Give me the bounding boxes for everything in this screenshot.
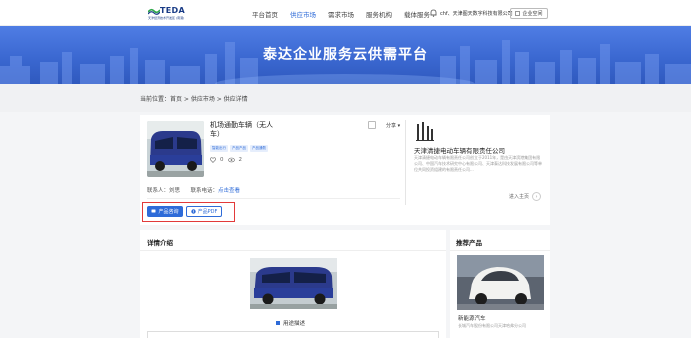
enter-homepage-label: 进入主页 xyxy=(509,194,530,200)
banner-title: 泰达企业服务云供需平台 xyxy=(263,47,428,63)
eye-icon xyxy=(227,157,235,163)
phone-label: 联系电话： xyxy=(190,188,219,194)
product-title: 机场通勤车辆（无人车） xyxy=(210,121,273,138)
company-logo[interactable] xyxy=(414,121,436,143)
bell-icon[interactable] xyxy=(430,9,437,17)
recommend-product-company: 长城汽车股份有限公司天津哈弗分公司 xyxy=(458,323,526,328)
heart-icon[interactable] xyxy=(210,157,216,163)
white-car-image xyxy=(457,255,544,310)
use-description-heading: 用途描述 xyxy=(276,319,305,327)
recommend-product-image[interactable] xyxy=(457,255,544,310)
product-tags: 智能出行 产品产品 产品通勤 xyxy=(210,145,268,152)
info-circle-icon xyxy=(190,209,196,214)
enter-homepage-link[interactable]: 进入主页 › xyxy=(509,192,542,201)
nav-carrier-service[interactable]: 载体服务 xyxy=(404,9,430,19)
nav-supply-market[interactable]: 供应市场 xyxy=(290,9,316,19)
product-tag: 产品产品 xyxy=(230,145,248,152)
arrow-right-icon: › xyxy=(532,192,542,201)
building-icon xyxy=(515,11,521,16)
logo-wave-icon xyxy=(148,8,160,15)
product-consult-button[interactable]: 产品咨询 xyxy=(147,206,183,217)
breadcrumb-band xyxy=(0,84,691,112)
product-consult-label: 产品咨询 xyxy=(158,209,179,215)
contact-info: 联系人：刘思 联系电话：点击查看 xyxy=(147,186,240,194)
use-description-box xyxy=(147,331,439,338)
chat-icon xyxy=(151,209,156,213)
product-image[interactable] xyxy=(147,121,204,177)
top-navbar: TEDA 天津经济技术开发区 (南港) 平台首页 供应市场 需求市场 服务机构 … xyxy=(0,0,691,26)
detail-title: 详情介绍 xyxy=(147,239,173,247)
nav-home[interactable]: 平台首页 xyxy=(252,9,278,19)
product-pdf-label: 产品PDF xyxy=(197,209,218,215)
company-description: 天津清捷电动车辆有限责任公司创立于2011年，是由天津滨港集团有限公司、中国汽车… xyxy=(414,155,542,172)
product-stats: 0 2 xyxy=(210,157,242,163)
enterprise-space-label: 企业空间 xyxy=(522,11,543,17)
horizontal-divider xyxy=(147,198,400,199)
recommend-divider xyxy=(450,250,550,251)
like-count: 0 xyxy=(220,157,224,163)
breadcrumb: 当前位置：首页 > 供应市场 > 供应详情 xyxy=(140,96,248,103)
use-description-label: 用途描述 xyxy=(283,321,306,327)
company-name[interactable]: 天津清捷电动车辆有限责任公司 xyxy=(414,145,505,155)
autonomous-shuttle-image xyxy=(147,121,204,177)
square-bullet-icon xyxy=(276,321,280,325)
contact-label: 联系人： xyxy=(147,188,170,194)
recommend-product-name[interactable]: 新能源汽车 xyxy=(458,314,486,322)
detail-image xyxy=(250,258,337,309)
vertical-divider xyxy=(405,120,406,205)
product-tag: 产品通勤 xyxy=(250,145,268,152)
logo-text: TEDA xyxy=(160,6,185,15)
caret-down-icon: ▾ xyxy=(397,123,401,129)
phone-reveal-link[interactable]: 点击查看 xyxy=(218,188,240,194)
nav-service-org[interactable]: 服务机构 xyxy=(366,9,392,19)
product-pdf-button[interactable]: 产品PDF xyxy=(186,206,222,217)
view-count: 2 xyxy=(238,157,243,163)
main-nav: 平台首页 供应市场 需求市场 服务机构 载体服务 xyxy=(252,9,430,19)
user-name[interactable]: chf、天津图天数字科技有限公司 xyxy=(440,10,513,17)
detail-divider xyxy=(140,250,446,251)
recommend-title: 推荐产品 xyxy=(456,239,482,247)
banner: 泰达企业服务云供需平台 xyxy=(0,26,691,84)
share-label: 分享 xyxy=(386,123,397,129)
favorite-checkbox[interactable] xyxy=(368,121,376,129)
autonomous-shuttle-image xyxy=(250,258,337,309)
product-tag: 智能出行 xyxy=(210,145,228,152)
teda-logo[interactable]: TEDA 天津经济技术开发区 (南港) xyxy=(148,6,190,20)
enterprise-space-button[interactable]: 企业空间 xyxy=(510,8,548,19)
logo-subtitle: 天津经济技术开发区 (南港) xyxy=(148,16,185,20)
contact-name: 刘思 xyxy=(169,188,181,194)
nav-demand-market[interactable]: 需求市场 xyxy=(328,9,354,19)
share-dropdown[interactable]: 分享 ▾ xyxy=(386,122,400,129)
